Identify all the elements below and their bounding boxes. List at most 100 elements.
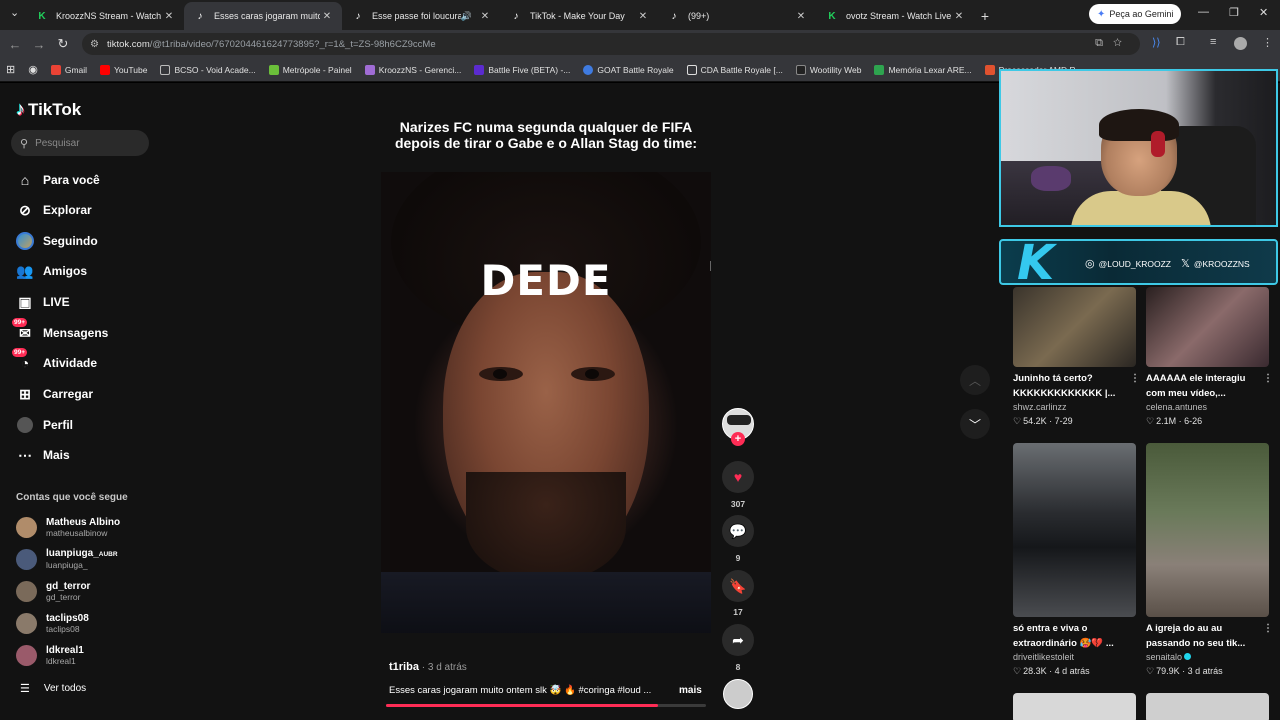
webcam-overlay: [999, 69, 1278, 227]
follow-plus-icon[interactable]: +: [731, 432, 745, 446]
restore-icon[interactable]: ❐: [1229, 6, 1239, 19]
profile-avatar-icon[interactable]: [1234, 37, 1247, 50]
minimize-icon[interactable]: —: [1198, 6, 1209, 18]
x-icon: 𝕏: [1181, 258, 1190, 270]
bookmark-gmail[interactable]: Gmail: [50, 64, 87, 75]
nav-live[interactable]: ▣ LIVE: [16, 291, 69, 313]
comment-icon: 💬: [729, 522, 747, 539]
next-video-button[interactable]: ﹀: [960, 409, 990, 439]
nav-atividade[interactable]: ◔ 99+ Atividade: [12, 348, 97, 374]
video-progress-fill: [386, 704, 658, 707]
bookmark-kroozzns[interactable]: KroozzNS - Gerenci...: [364, 64, 461, 75]
back-icon[interactable]: ←: [3, 37, 27, 52]
nav-mais[interactable]: ⋯ Mais: [16, 444, 70, 466]
bookmark-wootility[interactable]: Wootility Web: [795, 64, 861, 75]
gemini-button[interactable]: ✦ Peça ao Gemini: [1089, 4, 1182, 24]
share-button[interactable]: ➦: [722, 624, 754, 656]
nav-seguindo[interactable]: Seguindo: [16, 230, 98, 252]
gemini-button-label: Peça ao Gemini: [1109, 9, 1174, 19]
see-all-button[interactable]: ☰ Ver todos: [20, 682, 86, 695]
close-tab-icon[interactable]: ✕: [162, 11, 176, 22]
following-section-title: Contas que você segue: [16, 492, 128, 503]
bookmark-cda[interactable]: CDA Battle Royale [...: [686, 64, 783, 75]
tab-search-icon[interactable]: ⌄: [10, 6, 19, 19]
chrome-icon[interactable]: ◉: [28, 63, 38, 76]
recommended-video[interactable]: AAAAAA ele interagiu com meu vídeo,... ⋮…: [1146, 287, 1273, 429]
following-item[interactable]: taclips08 taclips08: [16, 610, 89, 636]
tab-kroozzns-stream[interactable]: K KroozzNS Stream - Watch Live ✕: [26, 2, 184, 30]
bookmark-youtube[interactable]: YouTube: [100, 64, 147, 75]
address-bar[interactable]: ⚙ tiktok.com/@t1riba/video/7670204461624…: [82, 33, 1140, 55]
nav-amigos[interactable]: 👥 Amigos: [16, 260, 87, 282]
following-item[interactable]: ldkreal1 ldkreal1: [16, 642, 84, 668]
activity-icon: ◔ 99+: [12, 348, 30, 371]
extension-icon[interactable]: ⟩⟩: [1152, 36, 1161, 49]
nav-carregar[interactable]: ⊞ Carregar: [16, 383, 93, 405]
nav-explorar[interactable]: ⊘ Explorar: [16, 199, 92, 221]
tiktok-logo[interactable]: ♪ TikTok: [16, 99, 81, 120]
sound-avatar[interactable]: [723, 679, 753, 709]
tab-tiktok-home[interactable]: ♪ TikTok - Make Your Day ✕: [500, 2, 658, 30]
like-button[interactable]: ♥: [722, 461, 754, 493]
previous-video-button[interactable]: ︿: [960, 365, 990, 395]
tab-ovotz-stream[interactable]: K ovotz Stream - Watch Live on K ✕: [816, 2, 974, 30]
new-tab-button[interactable]: +: [974, 2, 996, 30]
video-frame-beard: [466, 472, 626, 582]
bookmark-battle-five[interactable]: Battle Five (BETA) -...: [474, 64, 570, 75]
close-tab-icon[interactable]: ✕: [636, 11, 650, 22]
media-control-icon[interactable]: ≡: [1210, 36, 1216, 48]
bookmark-bcso[interactable]: BCSO - Void Acade...: [160, 64, 256, 75]
close-window-icon[interactable]: ✕: [1259, 6, 1268, 19]
bookmark-star-icon[interactable]: ☆: [1113, 37, 1132, 49]
recommended-video[interactable]: Juninho tá certo? KKKKKKKKKKKKK |... ⋮ s…: [1013, 287, 1140, 429]
video-progress-bar[interactable]: [386, 704, 706, 707]
nav-para-voce[interactable]: ⌂ Para você: [16, 169, 100, 191]
recommended-video[interactable]: [1013, 693, 1136, 720]
recommended-video[interactable]: [1146, 693, 1269, 720]
video-author[interactable]: t1riba · 3 d atrás: [389, 661, 467, 673]
tab-esse-passe[interactable]: ♪ Esse passe foi loucura - Co 🔊 ✕: [342, 2, 500, 30]
bookmark-goat[interactable]: GOAT Battle Royale: [583, 64, 674, 75]
more-button[interactable]: mais: [679, 685, 702, 696]
extensions-puzzle-icon[interactable]: ⧠: [1176, 36, 1185, 49]
recommended-video[interactable]: A igreja do au au passando no seu tik...…: [1146, 443, 1273, 679]
following-item[interactable]: gd_terror gd_terror: [16, 578, 90, 604]
nav-mensagens[interactable]: ✉ 99+ Mensagens: [12, 318, 108, 344]
nav-perfil[interactable]: Perfil: [16, 414, 73, 436]
more-options-icon[interactable]: ⋮: [1263, 373, 1273, 384]
bookmark-icon: 🔖: [729, 577, 747, 594]
heart-icon: ♡: [1146, 416, 1155, 426]
reload-icon[interactable]: ↻: [51, 36, 75, 52]
bookmark-memoria-lexar[interactable]: Memória Lexar ARE...: [874, 64, 972, 75]
apps-grid-icon[interactable]: ⊞: [6, 63, 15, 76]
avatar: [16, 548, 37, 570]
install-app-icon[interactable]: ⧉: [1095, 37, 1113, 49]
search-input[interactable]: ⚲ Pesquisar: [11, 130, 149, 156]
tab-tiktok-notifications[interactable]: ♪ (99+) ✕: [658, 2, 816, 30]
save-button[interactable]: 🔖: [722, 570, 754, 602]
video-player[interactable]: DEDE: [381, 172, 711, 633]
tab-title: ovotz Stream - Watch Live on K: [846, 11, 952, 21]
following-item[interactable]: luanpiuga_AUBR luanpiuga_: [16, 546, 118, 572]
chrome-menu-icon[interactable]: ⋮: [1262, 36, 1273, 49]
webcam-shirt: [1071, 191, 1211, 225]
tab-title: KroozzNS Stream - Watch Live: [56, 11, 162, 21]
close-tab-icon[interactable]: ✕: [952, 11, 966, 22]
omnibox-actions: ⧉☆: [1095, 37, 1132, 50]
speaker-icon[interactable]: 🔊: [461, 11, 472, 22]
more-options-icon[interactable]: ⋮: [1263, 623, 1273, 634]
close-tab-icon[interactable]: ✕: [794, 11, 808, 22]
heart-icon: ♡: [1013, 666, 1022, 676]
search-placeholder: Pesquisar: [35, 137, 80, 149]
comment-button[interactable]: 💬: [722, 515, 754, 547]
tab-tiktok-video[interactable]: ♪ Esses caras jogaram muito ontem ✕: [184, 2, 342, 30]
more-options-icon[interactable]: ⋮: [1130, 373, 1140, 384]
site-info-icon[interactable]: ⚙: [90, 39, 99, 50]
close-tab-icon[interactable]: ✕: [320, 11, 334, 22]
recommended-video[interactable]: só entra e viva o extraordinário 🥵💔 ... …: [1013, 443, 1136, 679]
tab-title: Esse passe foi loucura - Co: [372, 11, 461, 21]
close-tab-icon[interactable]: ✕: [478, 11, 492, 22]
bookmark-metropole[interactable]: Metrópole - Painel: [268, 64, 352, 75]
following-item[interactable]: Matheus Albino matheusalbinow: [16, 514, 120, 540]
forward-icon[interactable]: →: [27, 37, 51, 52]
